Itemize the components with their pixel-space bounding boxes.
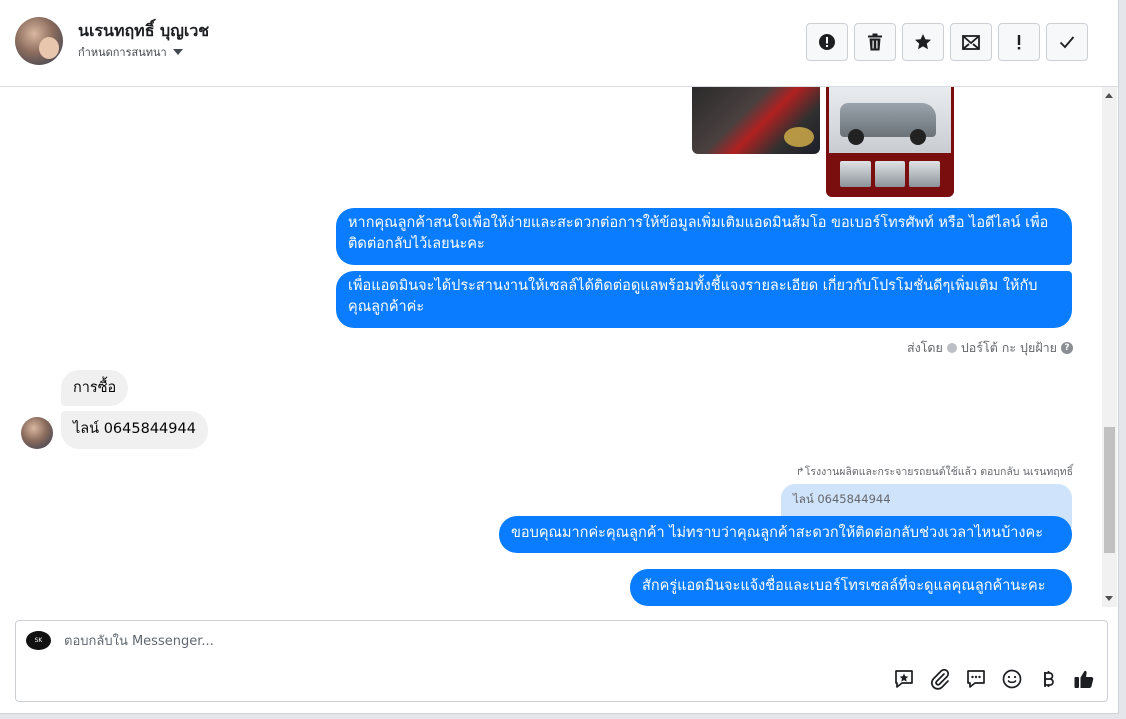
- incoming-message[interactable]: การซื้อ: [61, 370, 129, 406]
- thumbs-up-icon: [1074, 670, 1094, 688]
- contact-avatar-small[interactable]: [21, 417, 53, 449]
- outgoing-message[interactable]: เพื่อแอดมินจะได้ประสานงานให้เซลล์ได้ติดต…: [336, 271, 1072, 328]
- mark-unread-button[interactable]: [950, 23, 992, 61]
- sent-by-line: ส่งโดย ปอร์โต้ กะ ปุยฝ้าย ?: [907, 338, 1073, 358]
- verified-icon: [946, 343, 957, 353]
- scroll-down-icon[interactable]: [1105, 596, 1113, 601]
- message-composer: SK: [15, 620, 1108, 702]
- check-icon: [1059, 36, 1075, 49]
- envelope-icon: [962, 35, 980, 50]
- shared-photo-pickup-truck[interactable]: [826, 87, 954, 197]
- emoji-button[interactable]: [1000, 667, 1024, 691]
- saved-reply-icon: [895, 670, 913, 688]
- incoming-message[interactable]: ไลน์ 0645844944: [61, 411, 208, 449]
- delete-button[interactable]: [854, 23, 896, 61]
- trash-icon: [868, 33, 882, 51]
- like-button[interactable]: [1072, 667, 1096, 691]
- conversation-header: นเรนทฤทธิ์ บุญเวช กำหนดการสนทนา: [0, 0, 1118, 87]
- attach-file-button[interactable]: [928, 667, 952, 691]
- reply-context-label: ↱โรงงานผลิตและกระจายรถยนต์ใช้แล้ว ตอบกลั…: [795, 466, 1073, 478]
- star-icon: [915, 34, 931, 50]
- sent-by-name[interactable]: ปอร์โต้ กะ ปุยฝ้าย: [961, 338, 1057, 358]
- scroll-up-icon[interactable]: [1105, 93, 1113, 98]
- set-nickname-label: กำหนดการสนทนา: [78, 46, 167, 59]
- inbox-conversation-window: นเรนทฤทธิ์ บุญเวช กำหนดการสนทนา หากคุณลู…: [0, 0, 1119, 714]
- message-thread[interactable]: หากคุณลูกค้าสนใจเพื่อให้ง่ายและสะดวกต่อก…: [0, 87, 1100, 607]
- follow-up-button[interactable]: [998, 23, 1040, 61]
- attachment-icon: [931, 668, 950, 690]
- contact-avatar[interactable]: [15, 17, 63, 65]
- mark-spam-button[interactable]: [806, 23, 848, 61]
- outgoing-message[interactable]: หากคุณลูกค้าสนใจเพื่อให้ง่ายและสะดวกต่อก…: [336, 208, 1072, 265]
- set-nickname-dropdown[interactable]: กำหนดการสนทนา: [78, 43, 183, 61]
- scrollbar-thumb[interactable]: [1104, 427, 1115, 553]
- shared-photo-car-interior[interactable]: [692, 87, 820, 154]
- saved-reply-button[interactable]: [892, 667, 916, 691]
- baht-icon: [1044, 671, 1054, 687]
- mark-done-button[interactable]: [1046, 23, 1088, 61]
- outgoing-message[interactable]: สักครู่แอดมินจะแจ้งชื่อและเบอร์โทรเซลล์ท…: [630, 569, 1072, 606]
- caret-down-icon: [172, 49, 183, 55]
- alert-circle-icon: [819, 34, 835, 50]
- reply-input[interactable]: [64, 631, 764, 651]
- exclamation-icon: [1017, 35, 1021, 50]
- outgoing-message[interactable]: ขอบคุณมากค่ะคุณลูกค้า ไม่ทราบว่าคุณลูกค้…: [499, 516, 1072, 553]
- contact-name[interactable]: นเรนทฤทธิ์ บุญเวช: [78, 19, 209, 44]
- help-icon[interactable]: ?: [1061, 342, 1073, 354]
- payment-button[interactable]: [1036, 667, 1060, 691]
- comment-button[interactable]: [964, 667, 988, 691]
- thread-scrollbar[interactable]: [1102, 87, 1117, 607]
- emoji-icon: [1002, 669, 1022, 689]
- chat-bubble-icon: [967, 670, 985, 688]
- page-avatar: SK: [26, 631, 51, 650]
- sent-by-label: ส่งโดย: [906, 340, 943, 355]
- star-button[interactable]: [902, 23, 944, 61]
